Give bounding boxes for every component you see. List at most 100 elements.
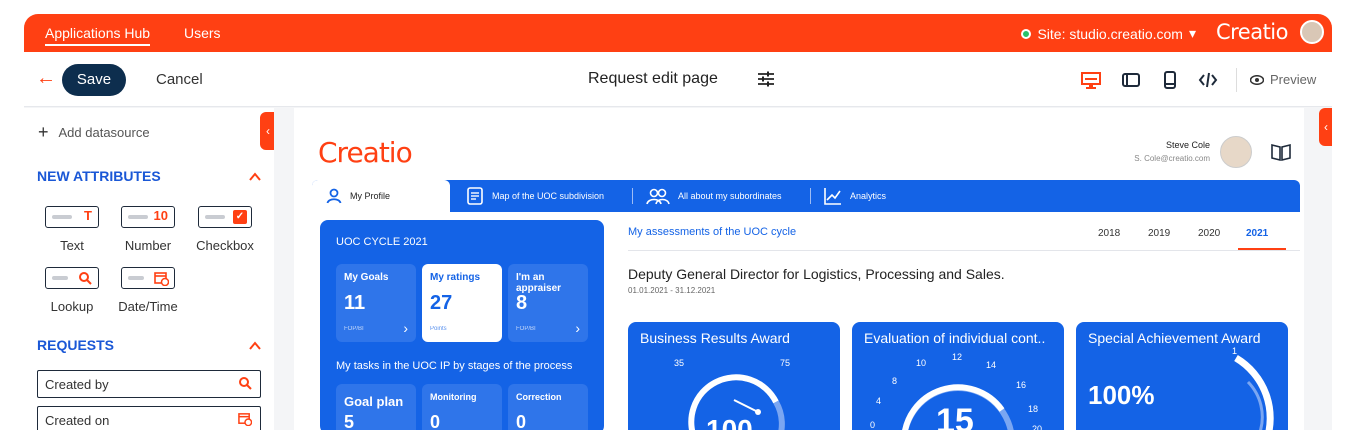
save-button[interactable]: Save xyxy=(62,64,126,96)
stat-appraiser[interactable]: I'm an appraiser 8 FOP/BI › xyxy=(508,264,588,342)
attribute-checkbox[interactable]: ✓ Checkbox xyxy=(195,206,255,253)
award-card-special-achievement[interactable]: Special Achievement Award 1 100% xyxy=(1076,322,1288,430)
field-created-on[interactable]: Created on xyxy=(37,406,261,430)
chevron-down-icon: ▾ xyxy=(1188,25,1196,41)
attribute-lookup[interactable]: Lookup xyxy=(42,267,102,314)
chevron-up-icon[interactable] xyxy=(249,340,261,352)
task-value: 0 xyxy=(516,412,527,430)
tab-analytics[interactable]: Analytics xyxy=(824,180,886,212)
settings-sliders-icon[interactable] xyxy=(757,70,775,88)
site-selector[interactable]: Site: studio.creatio.com ▾ xyxy=(1021,25,1196,42)
year-tab[interactable]: 2019 xyxy=(1148,228,1170,239)
gauge-tick: 20 xyxy=(1032,424,1043,430)
search-icon xyxy=(79,272,92,285)
nav-users[interactable]: Users xyxy=(184,25,221,41)
search-icon xyxy=(239,377,252,390)
gauge-tick: 0 xyxy=(870,420,876,430)
tab-divider xyxy=(810,188,811,204)
stat-value: 11 xyxy=(344,292,366,314)
task-monitoring[interactable]: Monitoring 0 xyxy=(422,384,502,430)
stat-foot: FOP/BI xyxy=(516,326,536,332)
award-title: Special Achievement Award xyxy=(1088,330,1261,346)
site-label: Site: studio.creatio.com xyxy=(1037,25,1183,42)
tab-label: Map of the UOC subdivision xyxy=(492,191,605,201)
collapse-right-panel-handle[interactable]: ‹ xyxy=(1319,108,1332,146)
tab-my-profile[interactable]: My Profile xyxy=(312,180,450,212)
position-title: Deputy General Director for Logistics, P… xyxy=(628,266,1005,282)
period-dates: 01.01.2021 - 31.12.2021 xyxy=(628,286,716,295)
field-created-by[interactable]: Created by xyxy=(37,370,261,398)
award-value: 100% xyxy=(1088,380,1155,410)
year-tab[interactable]: 2018 xyxy=(1098,228,1120,239)
design-canvas: Creatio Steve Cole S. Cole@creatio.com M… xyxy=(274,108,1332,430)
tasks-title: My tasks in the UOC IP by stages of the … xyxy=(336,360,573,372)
creatio-logo: Creatio xyxy=(318,136,413,169)
stat-value: 27 xyxy=(430,292,453,314)
chart-line-icon xyxy=(824,188,841,205)
award-title: Evaluation of individual cont.. xyxy=(864,330,1046,346)
year-tab-active[interactable]: 2021 xyxy=(1246,228,1268,239)
user-avatar[interactable] xyxy=(1300,20,1324,44)
book-icon[interactable] xyxy=(1270,142,1292,162)
cancel-button[interactable]: Cancel xyxy=(156,71,203,88)
number-type-icon: 10 xyxy=(153,208,168,223)
add-datasource-label: Add datasource xyxy=(58,125,150,140)
stat-title: My ratings xyxy=(430,272,481,283)
divider xyxy=(628,250,1300,251)
attribute-label: Number xyxy=(124,238,172,253)
award-title: Business Results Award xyxy=(640,330,790,346)
assessments-link[interactable]: My assessments of the UOC cycle xyxy=(628,226,796,238)
mobile-view-icon[interactable] xyxy=(1160,70,1180,90)
back-arrow-icon[interactable]: ← xyxy=(36,67,56,90)
gauge-tick: 35 xyxy=(674,358,685,368)
tab-subordinates[interactable]: All about my subordinates xyxy=(646,180,782,212)
add-datasource-button[interactable]: + Add datasource xyxy=(38,122,150,143)
task-title: Goal plan xyxy=(344,394,404,409)
gauge-tick: 14 xyxy=(986,360,997,370)
attribute-label: Text xyxy=(60,238,84,253)
stat-foot: FOP/BI xyxy=(344,326,364,332)
stat-foot: Points xyxy=(430,326,447,332)
page-title: Request edit page xyxy=(588,70,718,87)
calendar-clock-icon xyxy=(154,272,169,286)
attribute-number[interactable]: 10 Number xyxy=(118,206,178,253)
tab-map-uoc[interactable]: Map of the UOC subdivision xyxy=(466,180,604,212)
user-icon xyxy=(326,188,342,204)
task-title: Correction xyxy=(516,392,562,402)
award-card-individual-contribution[interactable]: Evaluation of individual cont.. 12 10 14… xyxy=(852,322,1064,430)
award-card-business-results[interactable]: Business Results Award 35 75 100 xyxy=(628,322,840,430)
eye-icon xyxy=(1250,74,1264,85)
desktop-view-icon[interactable] xyxy=(1081,70,1101,90)
gauge-tick: 16 xyxy=(1016,380,1027,390)
tablet-view-icon[interactable] xyxy=(1121,70,1141,90)
gauge-tick: 75 xyxy=(780,358,791,368)
chevron-right-icon: › xyxy=(403,320,408,336)
toolbar-divider xyxy=(1236,68,1237,92)
tab-label: Analytics xyxy=(850,191,887,201)
nav-applications-hub[interactable]: Applications Hub xyxy=(45,25,151,46)
attribute-label: Checkbox xyxy=(196,238,254,253)
checkbox-type-icon: ✓ xyxy=(233,210,247,224)
gauge-tick: 1 xyxy=(1232,346,1238,356)
gauge-tick: 10 xyxy=(916,358,927,368)
preview-button[interactable]: Preview xyxy=(1250,72,1316,87)
tab-label: My Profile xyxy=(350,191,391,201)
chevron-up-icon[interactable] xyxy=(249,171,261,183)
attribute-text[interactable]: T Text xyxy=(42,206,102,253)
task-correction[interactable]: Correction 0 xyxy=(508,384,588,430)
stat-my-ratings[interactable]: My ratings 27 Points xyxy=(422,264,502,342)
profile-tabs: My Profile Map of the UOC subdivision Al… xyxy=(312,180,1300,212)
year-tab[interactable]: 2020 xyxy=(1198,228,1220,239)
stat-title: I'm an appraiser xyxy=(516,272,562,294)
text-type-icon: T xyxy=(84,208,92,223)
task-goal-plan[interactable]: Goal plan 5 xyxy=(336,384,416,430)
chevron-right-icon: › xyxy=(575,320,580,336)
stat-my-goals[interactable]: My Goals 11 FOP/BI › xyxy=(336,264,416,342)
tab-label: All about my subordinates xyxy=(678,191,782,201)
user-avatar[interactable] xyxy=(1220,136,1252,168)
stat-title: My Goals xyxy=(344,272,389,283)
attribute-datetime[interactable]: Date/Time xyxy=(118,267,178,314)
code-icon[interactable] xyxy=(1198,70,1218,90)
user-name: Steve Cole xyxy=(1165,140,1210,150)
gauge-tick: 12 xyxy=(952,352,963,362)
